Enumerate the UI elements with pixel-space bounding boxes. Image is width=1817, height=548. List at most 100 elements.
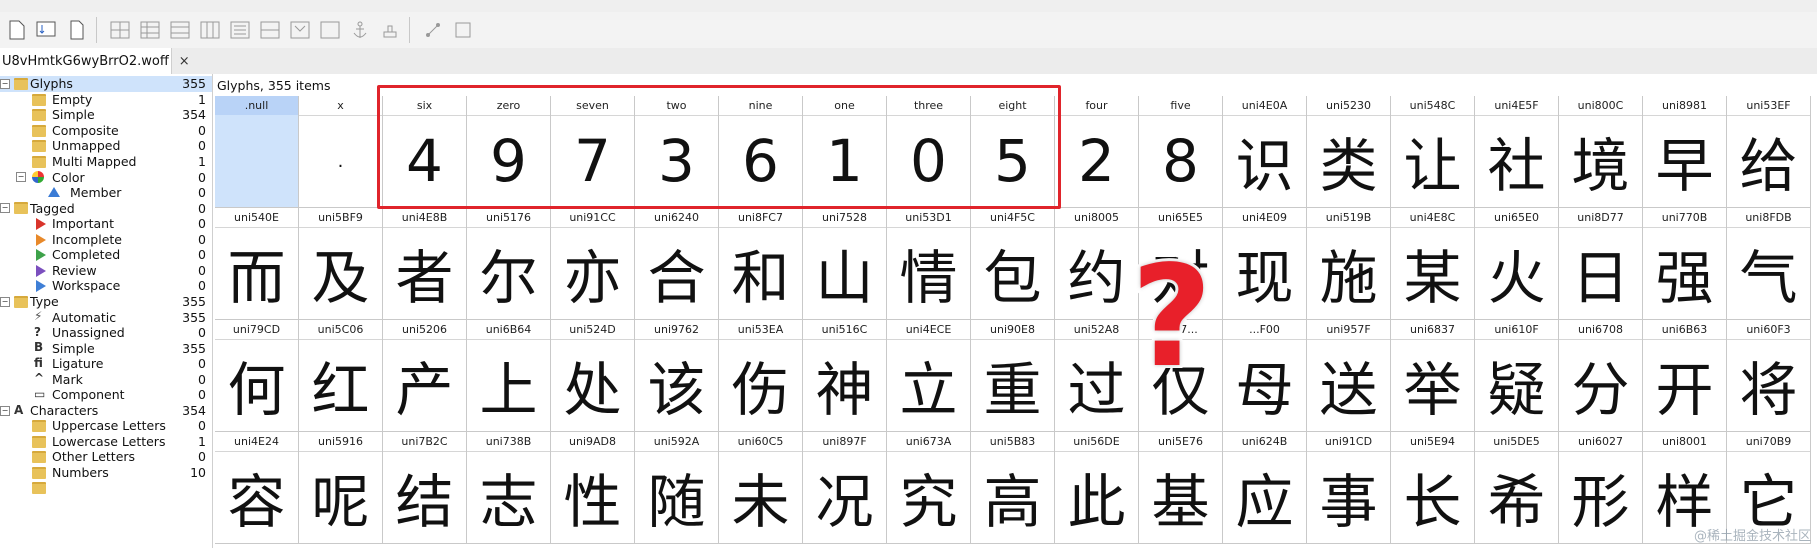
columns-icon[interactable] bbox=[197, 17, 223, 43]
sidebar-item[interactable]: Member 0 bbox=[0, 185, 212, 201]
glyph-cell[interactable]: uni5176 尔 bbox=[467, 208, 551, 320]
glyph-cell[interactable]: uni770B 强 bbox=[1643, 208, 1727, 320]
glyph-cell[interactable]: uni6837 举 bbox=[1391, 320, 1475, 432]
split-icon[interactable] bbox=[317, 17, 343, 43]
glyph-cell[interactable]: uni8FC7 和 bbox=[719, 208, 803, 320]
glyph-cell[interactable]: uni53D1 情 bbox=[887, 208, 971, 320]
sidebar-item[interactable]: Completed 0 bbox=[0, 247, 212, 263]
glyph-cell[interactable]: uni673A 究 bbox=[887, 432, 971, 544]
glyph-cell[interactable]: uni5230 类 bbox=[1307, 96, 1391, 208]
font-file-tab[interactable]: U8vHmtkG6wyBrrO2.woff × bbox=[0, 48, 190, 74]
layout-icon[interactable] bbox=[257, 17, 283, 43]
collapse-icon[interactable]: − bbox=[0, 405, 10, 416]
stamp-icon[interactable] bbox=[377, 17, 403, 43]
anchor-icon[interactable] bbox=[347, 17, 373, 43]
sidebar-item[interactable]: Workspace 0 bbox=[0, 278, 212, 294]
glyph-cell[interactable]: uni9762 该 bbox=[635, 320, 719, 432]
glyph-cell[interactable]: uni65E0 火 bbox=[1475, 208, 1559, 320]
glyph-cell[interactable]: uni79CD 何 bbox=[215, 320, 299, 432]
sidebar-item[interactable]: − Glyphs 355 bbox=[0, 76, 212, 92]
glyph-cell[interactable]: uni91CD 事 bbox=[1307, 432, 1391, 544]
sidebar-item[interactable]: Composite 0 bbox=[0, 123, 212, 139]
collapse-icon[interactable]: − bbox=[0, 296, 10, 307]
glyph-cell[interactable]: uni548C 让 bbox=[1391, 96, 1475, 208]
glyph-cell[interactable]: uni4E0A 识 bbox=[1223, 96, 1307, 208]
connect-icon[interactable] bbox=[420, 17, 446, 43]
collapse-icon[interactable]: − bbox=[0, 203, 10, 214]
glyph-cell[interactable]: uni6027 形 bbox=[1559, 432, 1643, 544]
sidebar-item[interactable]: ? Unassigned 0 bbox=[0, 325, 212, 341]
sidebar-item[interactable]: − Tagged 0 bbox=[0, 200, 212, 216]
glyph-cell[interactable]: four 2 bbox=[1055, 96, 1139, 208]
sidebar-item[interactable]: ^ Mark 0 bbox=[0, 371, 212, 387]
merge-icon[interactable] bbox=[287, 17, 313, 43]
table-icon[interactable] bbox=[137, 17, 163, 43]
list-icon[interactable] bbox=[227, 17, 253, 43]
glyph-cell[interactable]: uni4E5F 社 bbox=[1475, 96, 1559, 208]
glyph-cell[interactable]: x. bbox=[299, 96, 383, 208]
sidebar-item[interactable]: Review 0 bbox=[0, 263, 212, 279]
glyph-cell[interactable]: uni4E8C 某 bbox=[1391, 208, 1475, 320]
glyph-cell[interactable]: uni5C06 红 bbox=[299, 320, 383, 432]
sidebar-item[interactable]: Other Letters 0 bbox=[0, 449, 212, 465]
glyph-cell[interactable]: uni53EA 伤 bbox=[719, 320, 803, 432]
glyph-cell[interactable]: uni8981 早 bbox=[1643, 96, 1727, 208]
glyph-cell[interactable]: uni60C5 未 bbox=[719, 432, 803, 544]
glyph-cell[interactable]: .null bbox=[215, 96, 299, 208]
glyph-cell[interactable]: uni540E 而 bbox=[215, 208, 299, 320]
glyph-cell[interactable]: uni519B 施 bbox=[1307, 208, 1391, 320]
glyph-cell[interactable]: uni524D 处 bbox=[551, 320, 635, 432]
glyph-cell[interactable]: uni91CC 亦 bbox=[551, 208, 635, 320]
glyph-cell[interactable]: uni53EF 给 bbox=[1727, 96, 1811, 208]
sidebar-item[interactable]: fi Ligature 0 bbox=[0, 356, 212, 372]
sidebar-item[interactable]: Unmapped 0 bbox=[0, 138, 212, 154]
glyph-cell[interactable]: uni624B 应 bbox=[1223, 432, 1307, 544]
glyph-cell[interactable]: uni5DE5 希 bbox=[1475, 432, 1559, 544]
glyph-cell[interactable]: uni4ECE 立 bbox=[887, 320, 971, 432]
glyph-cell[interactable]: uni5E76 基 bbox=[1139, 432, 1223, 544]
glyph-cell[interactable]: uni957F 送 bbox=[1307, 320, 1391, 432]
glyph-cell[interactable]: uni4E09 现 bbox=[1223, 208, 1307, 320]
glyph-cell[interactable]: five 8 bbox=[1139, 96, 1223, 208]
collapse-icon[interactable]: − bbox=[0, 79, 10, 89]
glyph-cell[interactable]: uni6B63 开 bbox=[1643, 320, 1727, 432]
grid-icon[interactable] bbox=[107, 17, 133, 43]
glyph-cell[interactable]: uni5206 产 bbox=[383, 320, 467, 432]
glyph-cell[interactable]: uni60F3 将 bbox=[1727, 320, 1811, 432]
glyph-cell[interactable]: uni7B2C 结 bbox=[383, 432, 467, 544]
sidebar-item[interactable]: − Type 355 bbox=[0, 294, 212, 310]
sidebar-item[interactable]: Incomplete 0 bbox=[0, 232, 212, 248]
glyph-cell[interactable]: uni52A8 过 bbox=[1055, 320, 1139, 432]
glyph-cell[interactable]: uni6B64 上 bbox=[467, 320, 551, 432]
glyph-cell[interactable]: uni5BF9 及 bbox=[299, 208, 383, 320]
sidebar-item[interactable]: Important 0 bbox=[0, 216, 212, 232]
sidebar-item[interactable]: ▭ Component 0 bbox=[0, 387, 212, 403]
glyph-cell[interactable]: uni5B83 高 bbox=[971, 432, 1055, 544]
glyph-cell[interactable]: uni4E8B 者 bbox=[383, 208, 467, 320]
rows-icon[interactable] bbox=[167, 17, 193, 43]
glyph-cell[interactable]: uni897F 况 bbox=[803, 432, 887, 544]
sort-icon[interactable] bbox=[34, 17, 60, 43]
glyph-cell[interactable]: uni90E8 重 bbox=[971, 320, 1055, 432]
glyph-cell[interactable]: uni592A 随 bbox=[635, 432, 719, 544]
glyph-cell[interactable]: ...F00 母 bbox=[1223, 320, 1307, 432]
glyph-cell[interactable]: uni6240 合 bbox=[635, 208, 719, 320]
glyph-cell[interactable]: uni8005 约 bbox=[1055, 208, 1139, 320]
sidebar-item[interactable]: Multi Mapped 1 bbox=[0, 154, 212, 170]
sidebar-item[interactable]: − Color 0 bbox=[0, 169, 212, 185]
sidebar-item[interactable]: Simple 354 bbox=[0, 107, 212, 123]
glyph-cell[interactable]: uni6708 分 bbox=[1559, 320, 1643, 432]
glyph-cell[interactable]: uni4E24 容 bbox=[215, 432, 299, 544]
sidebar-item[interactable]: − A Characters 354 bbox=[0, 403, 212, 419]
glyph-cell[interactable]: uni56DE 此 bbox=[1055, 432, 1139, 544]
document-icon[interactable] bbox=[64, 17, 90, 43]
glyph-cell[interactable]: uni8D77 日 bbox=[1559, 208, 1643, 320]
sidebar-item[interactable]: B Simple 355 bbox=[0, 340, 212, 356]
glyph-cell[interactable]: uni800C 境 bbox=[1559, 96, 1643, 208]
glyph-cell[interactable]: uni9AD8 性 bbox=[551, 432, 635, 544]
glyph-cell[interactable]: uni516C 神 bbox=[803, 320, 887, 432]
transform-icon[interactable] bbox=[450, 17, 476, 43]
sidebar-item[interactable]: Empty 1 bbox=[0, 92, 212, 108]
glyph-cell[interactable]: uni8FDB 气 bbox=[1727, 208, 1811, 320]
close-icon[interactable]: × bbox=[179, 54, 190, 69]
